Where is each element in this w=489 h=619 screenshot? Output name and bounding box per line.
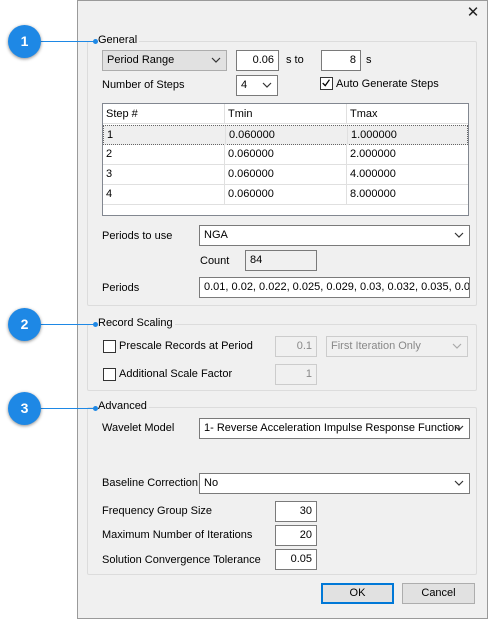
record-scaling-group-title: Record Scaling bbox=[96, 317, 175, 330]
table-row[interactable]: 3 0.060000 4.000000 bbox=[103, 165, 468, 185]
steps-table: Step # Tmin Tmax 1 0.060000 1.000000 2 0… bbox=[102, 103, 469, 216]
baseline-correction-select[interactable]: No bbox=[199, 473, 470, 494]
cell-tmin: 0.060000 bbox=[225, 165, 347, 184]
to-label: s to bbox=[286, 54, 304, 66]
table-row[interactable]: 4 0.060000 8.000000 bbox=[103, 185, 468, 205]
cell-tmax: 8.000000 bbox=[350, 188, 396, 200]
cell-tmin: 0.060000 bbox=[225, 185, 347, 204]
prescale-period-input[interactable]: 0.1 bbox=[275, 336, 317, 357]
periods-to-use-select[interactable]: NGA bbox=[199, 225, 470, 246]
count-label: Count bbox=[200, 255, 230, 267]
callout-marker-1: 1 bbox=[8, 25, 41, 58]
baseline-correction-label: Baseline Correction bbox=[102, 477, 198, 489]
periods-to-use-label: Periods to use bbox=[102, 230, 173, 242]
callout-marker-3: 3 bbox=[8, 392, 41, 425]
auto-generate-checkbox[interactable] bbox=[320, 77, 333, 90]
callout-leader-1 bbox=[40, 41, 95, 42]
column-header-tmin[interactable]: Tmin bbox=[225, 104, 347, 124]
chevron-down-icon bbox=[452, 343, 462, 349]
cell-step: 3 bbox=[103, 165, 225, 184]
chevron-down-icon bbox=[262, 82, 272, 88]
cell-step: 4 bbox=[103, 185, 225, 204]
baseline-correction-value: No bbox=[204, 477, 219, 489]
max-iterations-input[interactable]: 20 bbox=[275, 525, 317, 546]
cell-tmin: 0.060000 bbox=[225, 145, 347, 164]
advanced-group-title: Advanced bbox=[96, 400, 149, 413]
iteration-option-value: First Iteration Only bbox=[331, 340, 421, 352]
wavelet-model-label: Wavelet Model bbox=[102, 422, 175, 434]
cell-tmax: 4.000000 bbox=[350, 168, 396, 180]
cell-step: 2 bbox=[103, 145, 225, 164]
additional-scale-input[interactable]: 1 bbox=[275, 364, 317, 385]
wavelet-model-value: 1- Reverse Acceleration Impulse Response… bbox=[204, 422, 461, 434]
chevron-down-icon bbox=[211, 57, 221, 63]
callout-dot-2 bbox=[93, 322, 98, 327]
column-header-tmax[interactable]: Tmax bbox=[347, 104, 468, 124]
period-to-input[interactable]: 8 bbox=[321, 50, 361, 71]
table-row[interactable]: 2 0.060000 2.000000 bbox=[103, 145, 468, 165]
cell-tmax: 2.000000 bbox=[350, 148, 396, 160]
cell-step: 1 bbox=[104, 126, 226, 145]
callout-dot-3 bbox=[93, 406, 98, 411]
column-header-step[interactable]: Step # bbox=[103, 104, 225, 124]
range-type-value: Period Range bbox=[107, 54, 175, 66]
steps-value: 4 bbox=[241, 79, 248, 91]
cancel-button[interactable]: Cancel bbox=[402, 583, 475, 604]
frequency-group-input[interactable]: 30 bbox=[275, 501, 317, 522]
tolerance-label: Solution Convergence Tolerance bbox=[102, 554, 261, 566]
max-iterations-label: Maximum Number of Iterations bbox=[102, 529, 253, 541]
wavelet-model-select[interactable]: 1- Reverse Acceleration Impulse Response… bbox=[199, 418, 470, 439]
callout-leader-2 bbox=[40, 324, 95, 325]
frequency-group-label: Frequency Group Size bbox=[102, 505, 213, 517]
chevron-down-icon bbox=[454, 425, 464, 431]
iteration-option-select[interactable]: First Iteration Only bbox=[326, 336, 468, 357]
periods-field[interactable]: 0.01, 0.02, 0.022, 0.025, 0.029, 0.03, 0… bbox=[199, 277, 470, 298]
count-field: 84 bbox=[245, 250, 317, 271]
chevron-down-icon bbox=[454, 232, 464, 238]
table-row[interactable]: 1 0.060000 1.000000 bbox=[103, 125, 468, 145]
general-group-title: General bbox=[96, 34, 140, 47]
additional-scale-label: Additional Scale Factor bbox=[119, 368, 233, 380]
checkmark-icon bbox=[322, 79, 330, 87]
unit-label: s bbox=[366, 54, 372, 66]
callout-dot-1 bbox=[93, 39, 98, 44]
steps-select[interactable]: 4 bbox=[236, 75, 278, 96]
cell-tmax: 1.000000 bbox=[351, 129, 397, 141]
steps-label: Number of Steps bbox=[102, 79, 185, 91]
prescale-label: Prescale Records at Period bbox=[119, 340, 253, 352]
period-from-input[interactable]: 0.06 bbox=[236, 50, 279, 71]
chevron-down-icon bbox=[454, 480, 464, 486]
auto-generate-label: Auto Generate Steps bbox=[336, 78, 439, 90]
periods-to-use-value: NGA bbox=[204, 229, 228, 241]
range-type-select[interactable]: Period Range bbox=[102, 50, 227, 71]
ok-button[interactable]: OK bbox=[321, 583, 394, 604]
additional-scale-checkbox[interactable] bbox=[103, 368, 116, 381]
callout-leader-3 bbox=[40, 408, 95, 409]
periods-label: Periods bbox=[102, 282, 140, 294]
cell-tmin: 0.060000 bbox=[226, 126, 348, 145]
tolerance-input[interactable]: 0.05 bbox=[275, 549, 317, 570]
close-icon[interactable]: ✕ bbox=[463, 4, 483, 22]
callout-marker-2: 2 bbox=[8, 308, 41, 341]
prescale-checkbox[interactable] bbox=[103, 340, 116, 353]
